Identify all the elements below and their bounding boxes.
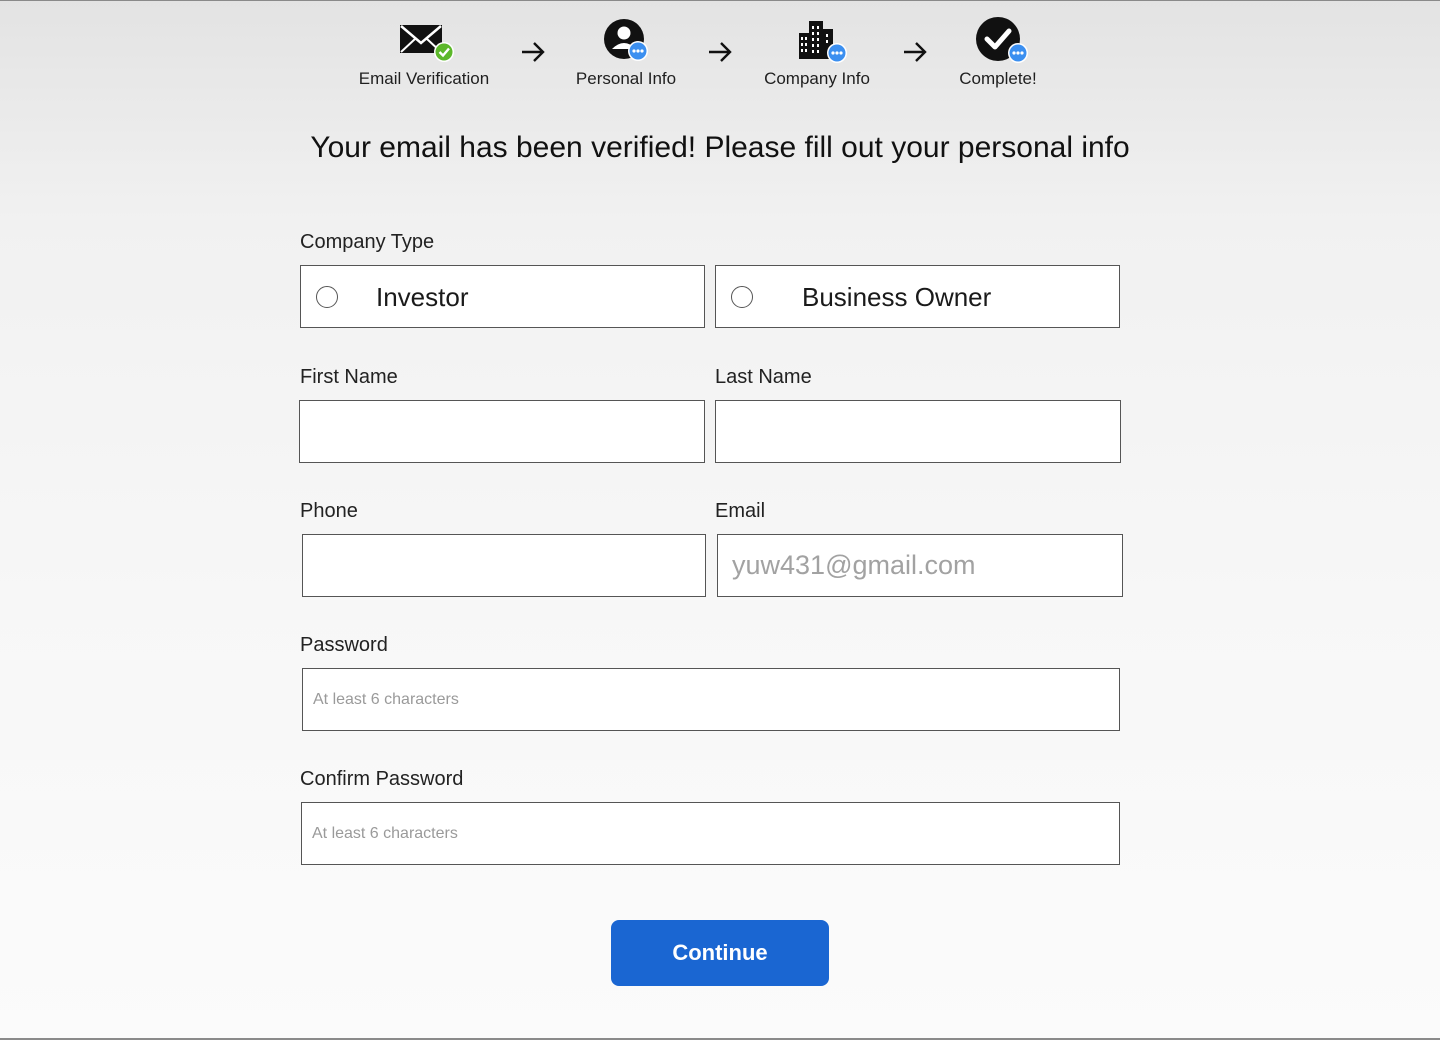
step-complete: Complete! [938,15,1058,89]
phone-field[interactable] [302,534,706,597]
confirm-password-label: Confirm Password [300,768,464,790]
arrow-right-icon [901,37,929,67]
company-type-option-business-owner[interactable]: Business Owner [715,265,1120,328]
radio-label: Business Owner [802,282,992,312]
step-label: Email Verification [358,69,490,88]
progress-stepper: Email Verification Personal Info Company… [0,1,1440,101]
step-email-verification: Email Verification [344,15,504,89]
phone-label: Phone [300,500,358,522]
email-label: Email [715,500,766,522]
company-type-label: Company Type [300,231,435,253]
step-label: Company Info [764,69,870,88]
radio-button[interactable] [731,286,753,308]
checkmark-pending-icon [972,15,1028,63]
first-name-field[interactable] [299,400,705,463]
building-pending-icon [791,15,847,63]
step-company-info: Company Info [747,15,887,89]
user-pending-icon [600,15,652,63]
company-type-option-investor[interactable]: Investor [300,265,705,328]
password-field[interactable] [302,668,1120,731]
step-label: Personal Info [575,69,677,88]
step-personal-info: Personal Info [556,15,696,89]
confirm-password-field[interactable] [301,802,1120,865]
last-name-field[interactable] [715,400,1121,463]
arrow-right-icon [519,37,547,67]
first-name-label: First Name [300,366,398,388]
radio-label: Investor [376,282,469,312]
page-heading: Your email has been verified! Please fil… [310,131,1130,164]
envelope-check-icon [398,15,454,63]
email-field[interactable] [717,534,1123,597]
arrow-right-icon [706,37,734,67]
radio-button[interactable] [316,286,338,308]
continue-button[interactable]: Continue [611,920,829,986]
last-name-label: Last Name [715,366,812,388]
step-label: Complete! [959,69,1037,88]
password-label: Password [300,634,388,656]
